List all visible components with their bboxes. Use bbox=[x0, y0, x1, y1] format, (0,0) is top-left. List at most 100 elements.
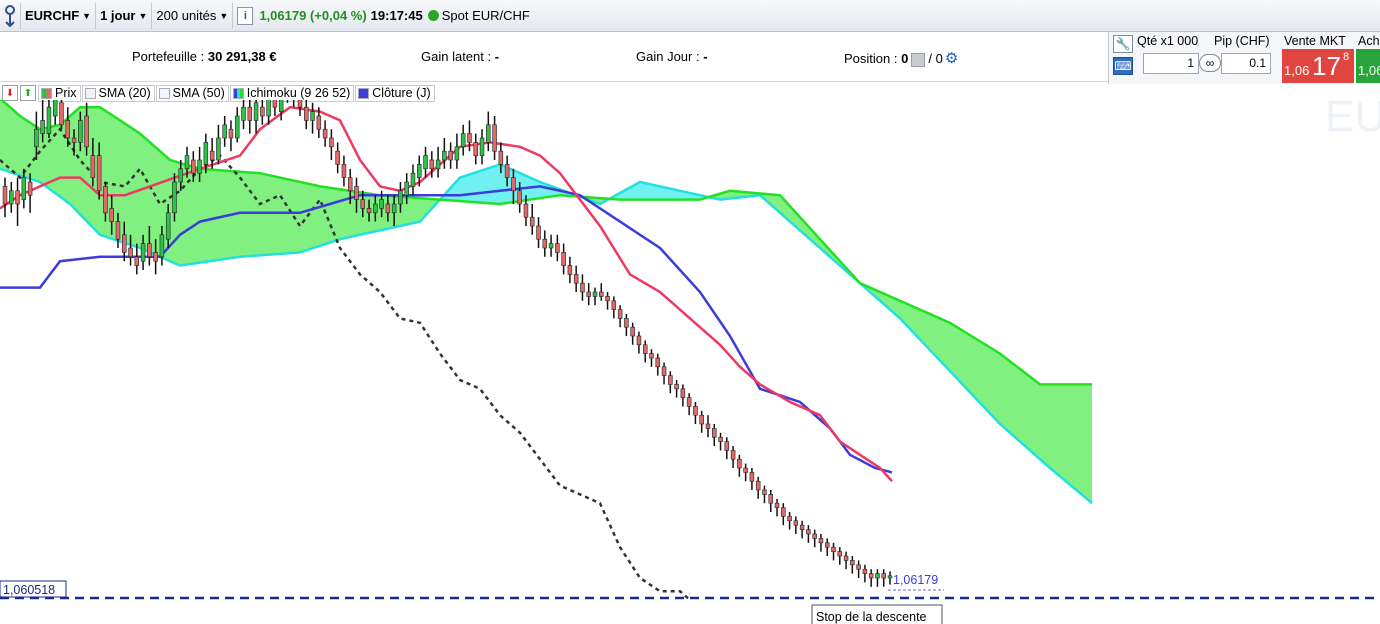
candle-body bbox=[850, 560, 855, 566]
cloud-segment bbox=[1036, 381, 1040, 460]
pip-input[interactable]: 0.1 bbox=[1221, 53, 1271, 74]
candle-body bbox=[21, 177, 27, 200]
candle-body bbox=[881, 573, 886, 579]
instrument-name: Spot EUR/CHF bbox=[441, 8, 530, 23]
legend-sma20[interactable]: SMA (20) bbox=[81, 84, 155, 102]
position-label: Position : bbox=[844, 51, 898, 66]
cloud-segment bbox=[484, 168, 488, 204]
arrow-down-icon[interactable]: ⬇ bbox=[2, 85, 18, 101]
candle-body bbox=[379, 199, 384, 209]
candle-body bbox=[310, 111, 315, 121]
cloud-segment bbox=[336, 188, 340, 241]
candle-body bbox=[661, 366, 667, 376]
legend-sma50[interactable]: SMA (50) bbox=[155, 84, 229, 102]
link-icon[interactable]: ∞ bbox=[1199, 54, 1221, 72]
legend-cloture[interactable]: Clôture (J) bbox=[355, 84, 435, 102]
legend-ichimoku[interactable]: Ichimoku (9 26 52) bbox=[229, 84, 355, 102]
prix-swatch bbox=[41, 87, 52, 99]
cloud-segment bbox=[992, 348, 996, 420]
candle-body bbox=[366, 208, 372, 214]
market-open-icon bbox=[427, 10, 439, 21]
cloud-segment bbox=[120, 120, 124, 243]
candle-body bbox=[322, 128, 328, 139]
candle-body bbox=[875, 573, 880, 579]
keyboard-icon[interactable]: ⌨ bbox=[1113, 57, 1133, 75]
cloud-segment bbox=[56, 124, 60, 197]
candle-body bbox=[266, 100, 271, 117]
candle-body bbox=[46, 106, 52, 134]
sell-mkt-button[interactable]: 1,06 17 8 bbox=[1282, 49, 1354, 83]
candle-body bbox=[209, 150, 215, 161]
candle-body bbox=[272, 100, 278, 108]
cloture-swatch bbox=[358, 87, 370, 99]
candle-body bbox=[712, 428, 717, 438]
position-orders: / 0 bbox=[928, 51, 943, 66]
candle-body bbox=[517, 190, 522, 205]
candle-body bbox=[605, 296, 610, 302]
cloud-segment bbox=[932, 314, 936, 357]
cloud-segment bbox=[492, 165, 496, 204]
candle-body bbox=[203, 142, 209, 165]
cloud-segment bbox=[72, 110, 76, 211]
candle-body bbox=[27, 181, 33, 196]
cloud-segment bbox=[476, 171, 480, 203]
pin-icon[interactable] bbox=[0, 2, 21, 29]
candle-body bbox=[831, 546, 836, 552]
cloud-segment bbox=[252, 172, 256, 256]
candle-body bbox=[492, 124, 497, 152]
unrealized-value: - bbox=[494, 49, 500, 64]
cloud-segment bbox=[20, 116, 24, 177]
sell-price-pips: 17 bbox=[1312, 51, 1341, 81]
cloud-segment bbox=[976, 338, 980, 403]
candle-body bbox=[649, 353, 654, 359]
cloud-segment bbox=[264, 174, 268, 256]
arrow-up-icon[interactable]: ⬆ bbox=[20, 85, 36, 101]
cloud-segment bbox=[340, 189, 344, 240]
cloud-segment bbox=[24, 118, 28, 179]
price-chart[interactable]: 1,060518 1,06179 Stop de la descente bbox=[0, 100, 1380, 624]
info-icon[interactable]: i bbox=[237, 6, 254, 25]
candle-body bbox=[103, 186, 108, 214]
legend-prix[interactable]: Prix bbox=[38, 84, 81, 102]
candle-body bbox=[435, 159, 441, 170]
candle-body bbox=[843, 555, 849, 561]
candle-body bbox=[486, 124, 491, 143]
cloud-segment bbox=[1072, 384, 1076, 490]
timeframe-label: 1 jour bbox=[100, 8, 136, 23]
cloud-segment bbox=[312, 184, 316, 249]
unrealized-info: Gain latent : - bbox=[421, 49, 499, 64]
candle-body bbox=[59, 102, 64, 126]
close-position-icon[interactable] bbox=[911, 52, 926, 67]
daily-gain-info: Gain Jour : - bbox=[636, 49, 708, 64]
units-selector[interactable]: 200 unités ▼ bbox=[152, 2, 234, 29]
cloud-segment bbox=[980, 341, 984, 408]
buy-mkt-button[interactable]: 1,06 bbox=[1356, 49, 1380, 83]
candle-body bbox=[504, 164, 510, 178]
cloud-segment bbox=[304, 182, 308, 252]
cloud-segment bbox=[1012, 362, 1016, 439]
gear-icon[interactable]: ⚙ bbox=[945, 50, 958, 67]
candle-body bbox=[837, 551, 843, 557]
cloud-segment bbox=[144, 137, 148, 252]
symbol-selector[interactable]: EURCHF ▼ bbox=[21, 2, 97, 29]
cloud-segment bbox=[984, 343, 988, 412]
candle-body bbox=[329, 137, 334, 148]
candle-body bbox=[360, 199, 366, 209]
candle-body bbox=[812, 533, 817, 539]
candle-body bbox=[90, 155, 96, 178]
symbol-label: EURCHF bbox=[25, 8, 80, 23]
candle-body bbox=[768, 494, 773, 504]
cloud-segment bbox=[16, 112, 20, 176]
cloud-segment bbox=[164, 154, 168, 261]
candle-body bbox=[347, 177, 353, 192]
timeframe-selector[interactable]: 1 jour ▼ bbox=[96, 2, 153, 29]
candle-body bbox=[630, 326, 635, 337]
wrench-icon[interactable]: 🔧 bbox=[1113, 35, 1133, 53]
candle-body bbox=[793, 520, 799, 526]
candle-body bbox=[668, 375, 673, 385]
cloud-segment bbox=[204, 169, 208, 263]
candle-body bbox=[184, 155, 190, 170]
qty-input[interactable]: 1 bbox=[1143, 53, 1199, 74]
candle-body bbox=[316, 115, 322, 130]
cloud-segment bbox=[968, 333, 972, 395]
